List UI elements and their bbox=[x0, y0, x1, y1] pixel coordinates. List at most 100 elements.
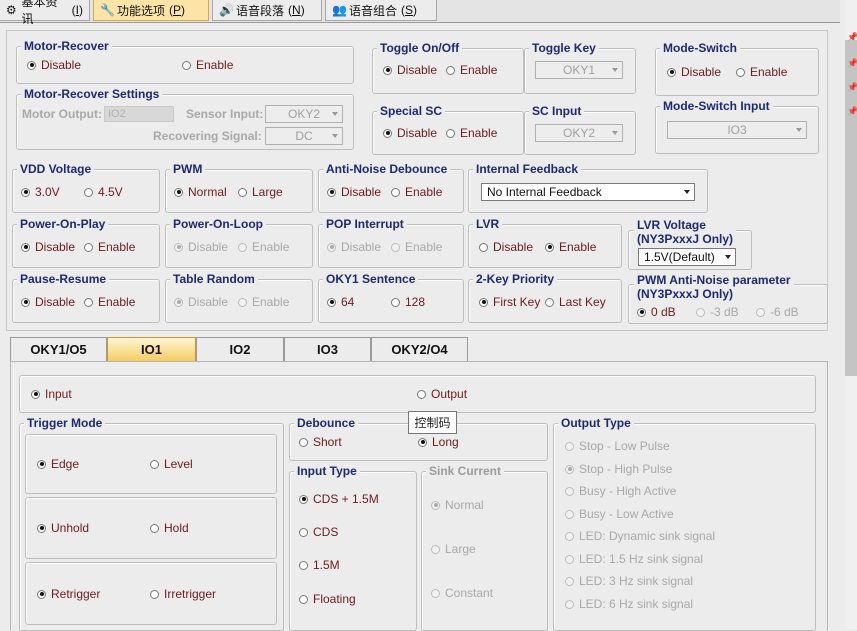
retrigger-radio[interactable]: Retrigger bbox=[37, 587, 100, 601]
group-title: Toggle On/Off bbox=[377, 41, 463, 55]
tab-label: 基本资讯 bbox=[21, 0, 58, 26]
output-stop-high-radio[interactable]: Stop - High Pulse bbox=[565, 462, 672, 476]
output-busy-low-radio[interactable]: Busy - Low Active bbox=[565, 507, 674, 521]
main-tab-bar: ⚙ 基本资讯 (I) 🔧 功能选项 (P) 🔊 语音段落 (N) 👥 语音组合 (S) bbox=[0, 0, 840, 26]
tab-voice-combination[interactable]: 👥 语音组合 (S) bbox=[325, 0, 437, 21]
input-type-cds-1-5m-radio[interactable]: CDS + 1.5M bbox=[299, 492, 379, 506]
output-stop-low-radio[interactable]: Stop - Low Pulse bbox=[565, 439, 670, 453]
power-on-loop-enable-radio[interactable]: Enable bbox=[238, 240, 289, 254]
pwm-anti-0db-radio[interactable]: 0 dB bbox=[637, 305, 676, 319]
mode-switch-enable-radio[interactable]: Enable bbox=[736, 65, 787, 79]
pin-icon[interactable]: 📌 bbox=[847, 106, 857, 116]
tab-function-options[interactable]: 🔧 功能选项 (P) bbox=[93, 0, 209, 21]
motor-recover-enable-radio[interactable]: Enable bbox=[182, 58, 233, 72]
pwm-normal-radio[interactable]: Normal bbox=[174, 185, 227, 199]
io-input-radio[interactable]: Input bbox=[31, 387, 72, 401]
chevron-down-icon bbox=[725, 255, 731, 259]
pause-resume-disable-radio[interactable]: Disable bbox=[21, 295, 75, 309]
sink-constant-radio[interactable]: Constant bbox=[431, 586, 493, 600]
hold-radio[interactable]: Hold bbox=[150, 521, 189, 535]
sink-normal-radio[interactable]: Normal bbox=[431, 498, 484, 512]
unhold-radio[interactable]: Unhold bbox=[37, 521, 89, 535]
tab-oky2-o4[interactable]: OKY2/O4 bbox=[371, 337, 468, 361]
gear-icon: ⚙ bbox=[5, 2, 17, 17]
power-on-loop-disable-radio[interactable]: Disable bbox=[174, 240, 228, 254]
output-led-3hz-radio[interactable]: LED: 3 Hz sink signal bbox=[565, 574, 693, 588]
input-type-cds-radio[interactable]: CDS bbox=[299, 525, 338, 539]
debounce-long-radio[interactable]: Long bbox=[418, 435, 459, 449]
pop-interrupt-enable-radio[interactable]: Enable bbox=[391, 240, 442, 254]
mode-switch-disable-radio[interactable]: Disable bbox=[667, 65, 721, 79]
motor-output-label: Motor Output: bbox=[22, 107, 102, 121]
speaker-icon: 🔊 bbox=[219, 2, 234, 17]
tab-label: 功能选项 bbox=[117, 3, 166, 18]
recovering-signal-dropdown[interactable]: DC bbox=[265, 127, 343, 145]
oky1-128-radio[interactable]: 128 bbox=[391, 295, 425, 309]
debounce-short-radio[interactable]: Short bbox=[299, 435, 342, 449]
tab-oky1-o5[interactable]: OKY1/O5 bbox=[10, 337, 107, 361]
pwm-anti-3db-radio[interactable]: -3 dB bbox=[696, 305, 739, 319]
mode-switch-input-dropdown[interactable]: IO3 bbox=[667, 121, 807, 139]
motor-output-input[interactable]: IO2 bbox=[104, 106, 174, 122]
pin-icon[interactable]: 📌 bbox=[847, 58, 857, 68]
pwm-anti-6db-radio[interactable]: -6 dB bbox=[756, 305, 799, 319]
chevron-down-icon bbox=[332, 134, 338, 138]
tab-io2[interactable]: IO2 bbox=[196, 337, 284, 361]
irretrigger-radio[interactable]: Irretrigger bbox=[150, 587, 216, 601]
io-output-radio[interactable]: Output bbox=[417, 387, 467, 401]
lvr-disable-radio[interactable]: Disable bbox=[479, 240, 533, 254]
recovering-signal-label: Recovering Signal: bbox=[153, 129, 262, 143]
output-led-6hz-radio[interactable]: LED: 6 Hz sink signal bbox=[565, 597, 693, 611]
oky1-64-radio[interactable]: 64 bbox=[327, 295, 354, 309]
power-on-play-disable-radio[interactable]: Disable bbox=[21, 240, 75, 254]
toggle-disable-radio[interactable]: Disable bbox=[383, 63, 437, 77]
tooltip: 控制码 bbox=[408, 411, 457, 434]
table-random-disable-radio[interactable]: Disable bbox=[174, 295, 228, 309]
tab-basic-info[interactable]: ⚙ 基本资讯 (I) bbox=[0, 0, 90, 26]
lvr-voltage-dropdown[interactable]: 1.5V(Default) bbox=[638, 248, 736, 266]
group-title: Mode-Switch bbox=[660, 41, 740, 55]
pwm-large-radio[interactable]: Large bbox=[238, 185, 283, 199]
pwm-anti-noise-title: PWM Anti-Noise parameter (NY3PxxxJ Only) bbox=[634, 273, 794, 301]
level-radio[interactable]: Level bbox=[150, 457, 193, 471]
group-title: Mode-Switch Input bbox=[660, 99, 773, 113]
group-title: Motor-Recover bbox=[21, 39, 112, 53]
chevron-down-icon bbox=[332, 112, 338, 116]
table-random-enable-radio[interactable]: Enable bbox=[238, 295, 289, 309]
chevron-down-icon bbox=[796, 128, 802, 132]
anti-noise-enable-radio[interactable]: Enable bbox=[391, 185, 442, 199]
sensor-input-dropdown[interactable]: OKY2 bbox=[265, 105, 343, 123]
last-key-radio[interactable]: Last Key bbox=[545, 295, 606, 309]
pop-interrupt-disable-radio[interactable]: Disable bbox=[327, 240, 381, 254]
toggle-key-dropdown[interactable]: OKY1 bbox=[535, 61, 623, 79]
special-sc-disable-radio[interactable]: Disable bbox=[383, 126, 437, 140]
input-type-floating-radio[interactable]: Floating bbox=[299, 592, 356, 606]
output-led-dynamic-radio[interactable]: LED: Dynamic sink signal bbox=[565, 529, 715, 543]
vdd-3v-radio[interactable]: 3.0V bbox=[21, 185, 60, 199]
pin-icon[interactable]: 📌 bbox=[847, 82, 857, 92]
pin-icon[interactable]: 📌 bbox=[847, 32, 857, 42]
edge-radio[interactable]: Edge bbox=[37, 457, 79, 471]
pause-resume-enable-radio[interactable]: Enable bbox=[84, 295, 135, 309]
sc-input-dropdown[interactable]: OKY2 bbox=[535, 124, 623, 142]
tab-voice-segments[interactable]: 🔊 语音段落 (N) bbox=[212, 0, 322, 21]
chevron-down-icon bbox=[612, 131, 618, 135]
lvr-enable-radio[interactable]: Enable bbox=[545, 240, 596, 254]
internal-feedback-dropdown[interactable]: No Internal Feedback bbox=[481, 183, 695, 201]
special-sc-enable-radio[interactable]: Enable bbox=[446, 126, 497, 140]
output-led-1-5hz-radio[interactable]: LED: 1.5 Hz sink signal bbox=[565, 552, 703, 566]
input-type-1-5m-radio[interactable]: 1.5M bbox=[299, 558, 340, 572]
chevron-down-icon bbox=[612, 68, 618, 72]
lvr-voltage-title: LVR Voltage (NY3PxxxJ Only) bbox=[634, 218, 737, 246]
power-on-play-enable-radio[interactable]: Enable bbox=[84, 240, 135, 254]
tab-io3[interactable]: IO3 bbox=[284, 337, 371, 361]
vdd-4v5-radio[interactable]: 4.5V bbox=[84, 185, 123, 199]
sink-large-radio[interactable]: Large bbox=[431, 542, 476, 556]
anti-noise-disable-radio[interactable]: Disable bbox=[327, 185, 381, 199]
tab-io1[interactable]: IO1 bbox=[107, 337, 196, 361]
toggle-enable-radio[interactable]: Enable bbox=[446, 63, 497, 77]
output-busy-high-radio[interactable]: Busy - High Active bbox=[565, 484, 676, 498]
group-title: Toggle Key bbox=[529, 41, 599, 55]
motor-recover-disable-radio[interactable]: Disable bbox=[27, 58, 81, 72]
first-key-radio[interactable]: First Key bbox=[479, 295, 540, 309]
